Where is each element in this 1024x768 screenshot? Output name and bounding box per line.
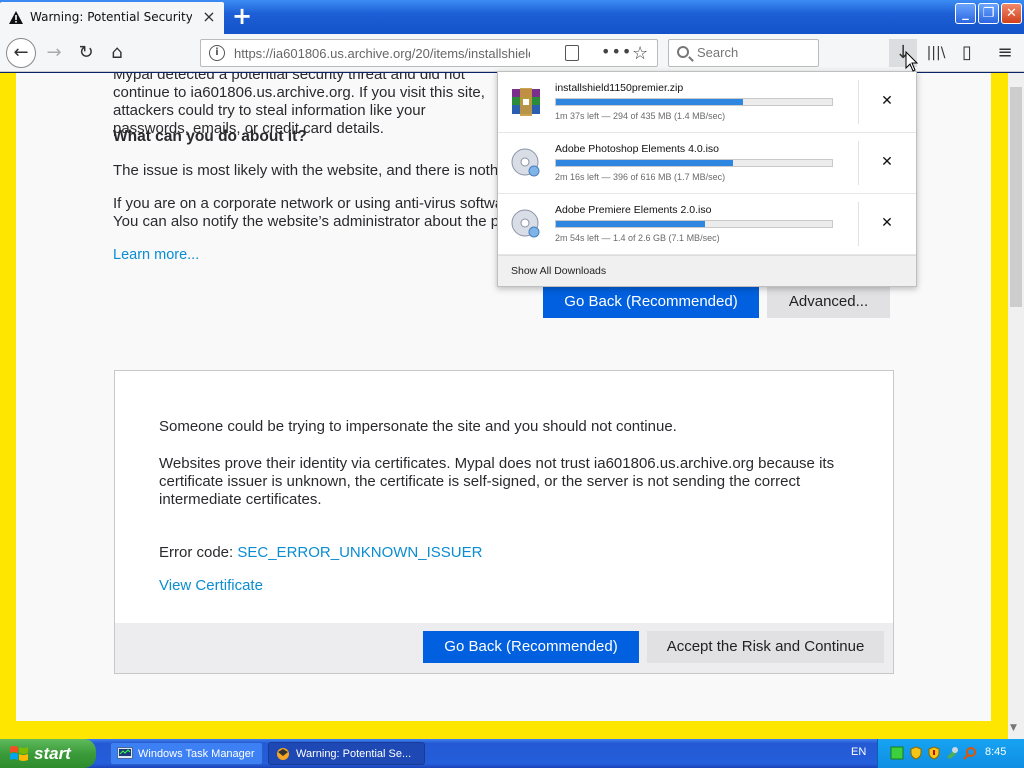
download-item[interactable]: Adobe Photoshop Elements 4.0.iso 2m 16s … <box>498 133 916 194</box>
divider <box>858 202 859 246</box>
maximize-button[interactable]: ❐ <box>978 3 999 24</box>
language-indicator[interactable]: EN <box>851 746 866 758</box>
task-manager-icon <box>117 747 133 759</box>
safely-remove-hardware-icon[interactable] <box>945 746 959 760</box>
disc-image-icon <box>511 148 540 177</box>
security-shield-icon[interactable] <box>909 746 923 760</box>
disc-image-icon <box>511 209 540 238</box>
issue-text: The issue is most likely with the websit… <box>113 162 503 179</box>
scroll-down-arrow-icon[interactable]: ▼ <box>1010 723 1017 733</box>
warning-icon <box>9 11 23 24</box>
menu-icon[interactable]: ≡ <box>991 39 1019 67</box>
windows-logo-icon <box>10 746 28 761</box>
downloads-panel-footer[interactable]: Show All Downloads <box>498 255 916 286</box>
download-progress-fill <box>556 99 743 105</box>
page-scrollbar[interactable]: ▼ <box>1008 73 1024 739</box>
scrollbar-thumb[interactable] <box>1010 87 1022 307</box>
taskbar-item-label: Warning: Potential Se... <box>296 748 412 760</box>
download-progress-fill <box>556 160 734 166</box>
go-back-button[interactable]: Go Back (Recommended) <box>543 286 759 318</box>
section-heading: What can you do about it? <box>113 128 307 145</box>
close-window-button[interactable]: ✕ <box>1001 3 1022 24</box>
forward-button[interactable]: → <box>40 39 68 67</box>
cancel-download-button[interactable]: ✕ <box>876 90 898 112</box>
home-button[interactable]: ⌂ <box>103 39 131 67</box>
download-item[interactable]: Adobe Premiere Elements 2.0.iso 2m 54s l… <box>498 194 916 255</box>
download-progress-bar <box>555 98 833 106</box>
start-label: start <box>34 744 71 763</box>
impersonation-warning: Someone could be trying to impersonate t… <box>159 418 677 435</box>
search-icon <box>677 46 689 58</box>
page-actions-icon[interactable]: ••• <box>601 42 632 61</box>
antivirus-text: If you are on a corporate network or usi… <box>113 195 501 231</box>
download-progress-bar <box>555 159 833 167</box>
sidebar-icon[interactable]: ▯ <box>953 39 981 67</box>
tab-title: Warning: Potential Security Risk Ahead <box>30 10 192 24</box>
divider <box>858 141 859 185</box>
taskbar-item-browser[interactable]: Warning: Potential Se... <box>268 742 425 765</box>
taskbar-item-label: Windows Task Manager <box>138 748 255 760</box>
divider <box>858 80 859 124</box>
site-info-icon[interactable]: i <box>209 45 225 61</box>
show-all-downloads-link[interactable]: Show All Downloads <box>511 265 606 277</box>
antivirus-text-line2: You can also notify the website’s admini… <box>113 213 501 230</box>
search-input[interactable] <box>697 45 812 60</box>
mouse-cursor-icon <box>905 51 919 72</box>
tab-close-button[interactable]: × <box>200 8 218 26</box>
url-text[interactable]: https://ia601806.us.archive.org/20/items… <box>234 46 530 61</box>
download-status: 2m 16s left — 396 of 616 MB (1.7 MB/sec) <box>555 172 726 182</box>
download-progress-fill <box>556 221 706 227</box>
view-certificate-link[interactable]: View Certificate <box>159 577 263 594</box>
search-bar[interactable] <box>668 39 819 67</box>
advanced-button[interactable]: Advanced... <box>767 286 890 318</box>
certificate-explanation: Websites prove their identity via certif… <box>159 455 835 508</box>
download-filename: Adobe Photoshop Elements 4.0.iso <box>555 143 720 155</box>
library-icon[interactable]: |||\ <box>922 39 950 67</box>
search-tray-icon[interactable] <box>963 746 977 760</box>
cancel-download-button[interactable]: ✕ <box>876 212 898 234</box>
go-back-button-advanced[interactable]: Go Back (Recommended) <box>423 631 639 663</box>
advanced-panel-footer: Go Back (Recommended) Accept the Risk an… <box>115 623 893 673</box>
error-code-label: Error code: <box>159 544 238 561</box>
download-filename: Adobe Premiere Elements 2.0.iso <box>555 204 712 216</box>
accept-risk-button[interactable]: Accept the Risk and Continue <box>647 631 884 663</box>
download-progress-bar <box>555 220 833 228</box>
download-filename: installshield1150premier.zip <box>555 82 684 94</box>
download-status: 2m 54s left — 1.4 of 2.6 GB (7.1 MB/sec) <box>555 233 720 243</box>
browser-icon <box>277 748 289 760</box>
new-tab-button[interactable]: + <box>229 3 255 29</box>
back-button[interactable]: ← <box>6 38 36 68</box>
start-button[interactable]: start <box>0 739 96 768</box>
network-icon[interactable] <box>890 746 904 760</box>
error-code-link[interactable]: SEC_ERROR_UNKNOWN_ISSUER <box>237 544 482 561</box>
tab-active[interactable]: Warning: Potential Security Risk Ahead × <box>0 2 224 34</box>
url-bar[interactable]: i https://ia601806.us.archive.org/20/ite… <box>200 39 658 67</box>
downloads-panel: installshield1150premier.zip 1m 37s left… <box>497 71 917 287</box>
winrar-archive-icon <box>512 88 540 116</box>
system-tray: 8:45 <box>877 739 1024 768</box>
reader-view-icon[interactable] <box>565 45 579 61</box>
download-item[interactable]: installshield1150premier.zip 1m 37s left… <box>498 72 916 133</box>
tab-strip: Warning: Potential Security Risk Ahead ×… <box>0 0 1024 34</box>
taskbar-item-task-manager[interactable]: Windows Task Manager <box>110 742 263 765</box>
security-alert-icon[interactable] <box>927 746 941 760</box>
taskbar: start Windows Task Manager Warning: Pote… <box>0 739 1024 768</box>
reload-button[interactable]: ↻ <box>72 39 100 67</box>
antivirus-text-line1: If you are on a corporate network or usi… <box>113 195 501 212</box>
navigation-toolbar: ← → ↻ ⌂ i https://ia601806.us.archive.or… <box>0 34 1024 72</box>
bookmark-star-icon[interactable]: ☆ <box>632 43 648 64</box>
advanced-panel: Someone could be trying to impersonate t… <box>114 370 894 674</box>
cancel-download-button[interactable]: ✕ <box>876 151 898 173</box>
learn-more-link[interactable]: Learn more... <box>113 247 199 263</box>
download-status: 1m 37s left — 294 of 435 MB (1.4 MB/sec) <box>555 111 726 121</box>
minimize-button[interactable]: _ <box>955 3 976 24</box>
error-code-row: Error code: SEC_ERROR_UNKNOWN_ISSUER <box>159 544 482 561</box>
clock: 8:45 <box>985 746 1007 758</box>
